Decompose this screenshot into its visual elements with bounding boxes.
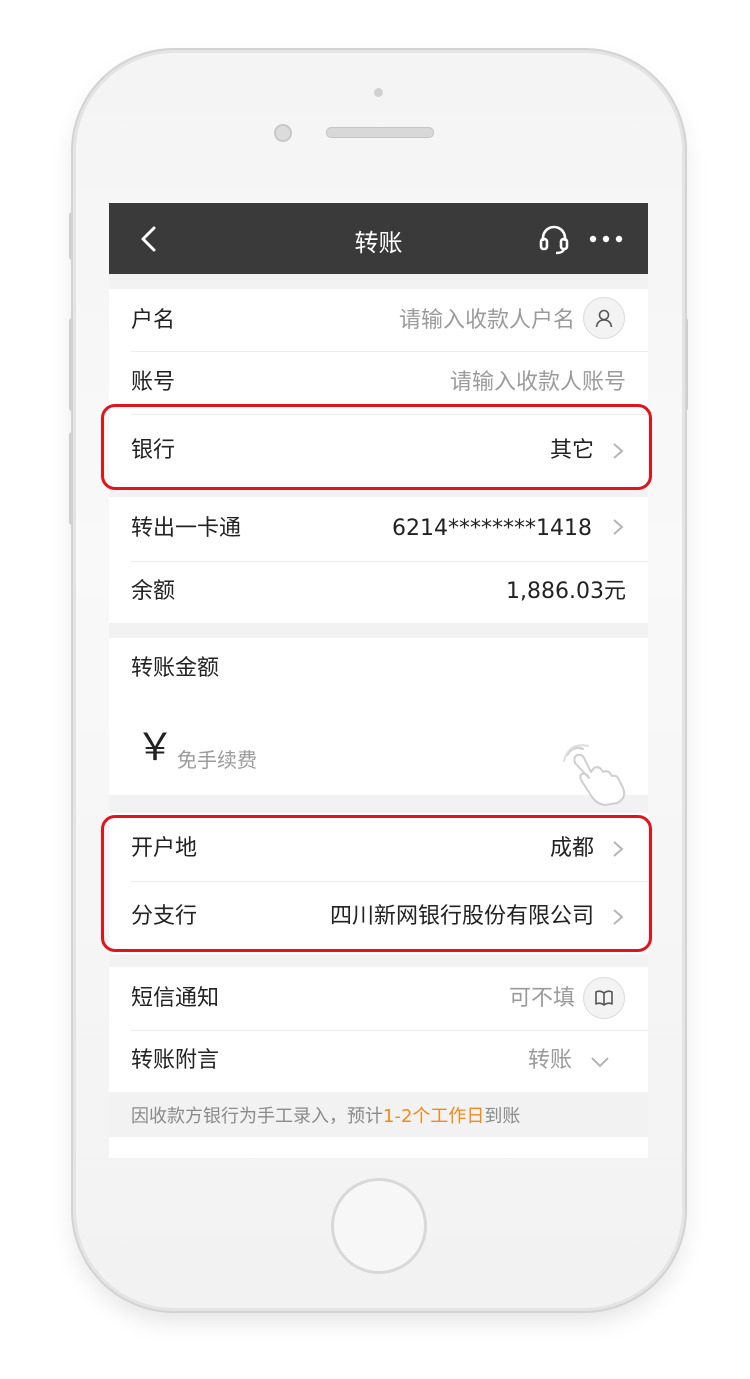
arrival-notice: 因收款方银行为手工录入，预计1-2个工作日到账 <box>131 1102 520 1128</box>
source-card-value: 6214********1418 <box>392 516 592 541</box>
bottom-strip <box>109 1137 648 1158</box>
chevron-down-icon[interactable] <box>589 1055 611 1069</box>
address-book-button[interactable] <box>583 977 625 1019</box>
source-card-label: 转出一卡通 <box>131 516 242 541</box>
highlight-box-branch <box>101 815 652 952</box>
notice-suffix: 到账 <box>484 1106 521 1127</box>
volume-up-button <box>69 318 75 411</box>
memo-label: 转账附言 <box>131 1048 220 1073</box>
source-account-section: 转出一卡通 6214********1418 余额 1,886.03元 <box>109 497 648 623</box>
person-icon <box>595 309 613 328</box>
chevron-right-icon <box>613 519 624 535</box>
currency-symbol: ￥ <box>136 725 175 769</box>
tap-hand-icon <box>563 744 626 806</box>
balance-row: 余额 1,886.03元 <box>109 560 648 623</box>
notice-highlight: 1-2个工作日 <box>383 1106 485 1127</box>
amount-input[interactable]: 免手续费 <box>177 744 257 773</box>
source-card-row[interactable]: 转出一卡通 6214********1418 <box>109 497 648 560</box>
more-dots-icon[interactable] <box>589 233 623 245</box>
extras-section: 短信通知 可不填 转账附言 转账 <box>109 967 648 1092</box>
proximity-sensor <box>374 88 383 97</box>
contact-button[interactable] <box>583 297 625 339</box>
navigation-bar: 转账 <box>109 203 648 274</box>
notice-prefix: 因收款方银行为手工录入，预计 <box>131 1106 383 1127</box>
payee-name-row[interactable]: 户名 请输入收款人户名 <box>109 289 648 352</box>
book-icon <box>595 990 613 1006</box>
memo-value[interactable]: 转账 <box>528 1029 572 1092</box>
sms-row[interactable]: 短信通知 可不填 <box>109 967 648 1030</box>
highlight-box-bank <box>101 404 652 490</box>
app-screen: 转账 户名 请输入收款人户名 账号 请输入收款人账号 银行 其它 转出一卡通 6… <box>109 203 648 1158</box>
balance-value: 1,886.03元 <box>506 579 626 604</box>
sms-label: 短信通知 <box>131 986 220 1011</box>
headset-icon[interactable] <box>538 223 570 255</box>
payee-name-input[interactable]: 请输入收款人户名 <box>399 289 575 352</box>
balance-label: 余额 <box>131 579 176 604</box>
memo-row[interactable]: 转账附言 转账 <box>109 1029 648 1092</box>
home-button <box>331 1178 427 1274</box>
front-camera <box>274 124 292 142</box>
amount-label: 转账金额 <box>131 656 220 681</box>
earpiece-speaker <box>326 127 434 138</box>
power-button <box>682 318 688 411</box>
volume-down-button <box>69 432 75 525</box>
sms-input[interactable]: 可不填 <box>509 967 575 1030</box>
payee-name-label: 户名 <box>131 308 176 333</box>
mute-switch <box>69 212 75 260</box>
